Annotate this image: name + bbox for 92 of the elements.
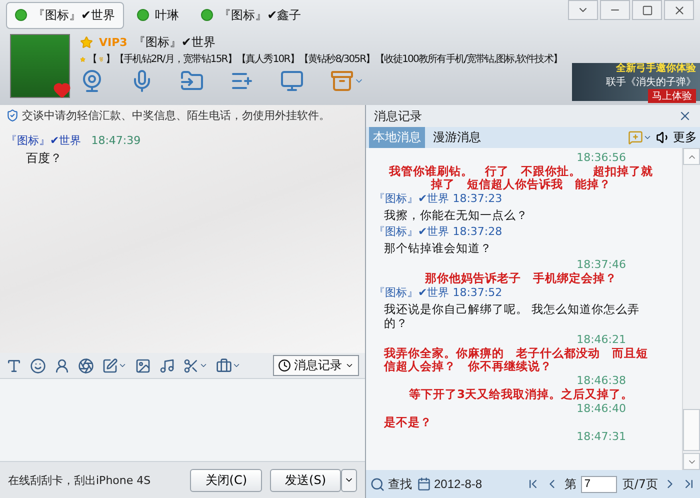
date-picker-button[interactable]: 2012-8-8 — [417, 477, 482, 491]
message-time: 18:46:21 — [576, 332, 626, 347]
search-button[interactable]: 查找 — [370, 476, 412, 492]
contact-tab[interactable]: 『图标』✔鑫子 — [192, 2, 310, 28]
face-icon — [54, 358, 70, 374]
star-icon — [80, 36, 93, 49]
edit-icon — [102, 358, 118, 374]
page-input-field[interactable]: 7 — [581, 476, 618, 492]
signature-text: 】【手机钻2R/月，宽带钻15R】【真人秀10R】【黄钻秒8/305R】【收徒100教所有手机/宽带钻,图标,软件技术】 — [105, 52, 562, 66]
history-tab[interactable]: 漫游消息 — [429, 127, 485, 148]
message-text: 是不是？ — [383, 416, 433, 429]
panel-title: 消息记录 — [374, 108, 422, 124]
shake-button[interactable] — [78, 358, 94, 374]
webcam-button[interactable] — [80, 69, 104, 93]
music-button[interactable] — [159, 358, 175, 374]
message-time: 18:47:31 — [576, 429, 626, 444]
caret-icon — [118, 361, 127, 370]
message-text: 我还说是你自己解绑了呢。 我怎么知道你怎么弄的？ — [383, 301, 641, 332]
search-icon — [370, 476, 385, 492]
caret-icon — [199, 361, 208, 370]
box-icon — [330, 69, 354, 93]
image-icon — [135, 358, 151, 374]
vip-label: VIP3 — [99, 36, 128, 49]
swirl-icon — [78, 358, 94, 374]
message-time: 18:46:40 — [576, 401, 626, 416]
heart-icon — [53, 81, 71, 99]
message-sender: 『图标』✔世界 18:47:39 — [6, 133, 142, 148]
close-panel-button[interactable] — [678, 109, 692, 123]
emoji-button[interactable] — [30, 358, 46, 374]
maximize-icon — [642, 4, 652, 16]
message-icon — [628, 130, 643, 145]
briefcase-icon — [216, 358, 232, 374]
image-button[interactable] — [135, 358, 151, 374]
banner-headline: 全新弓手邀你体验 — [616, 61, 696, 75]
page-total: 页/7页 — [622, 476, 658, 492]
online-status-icon — [137, 9, 150, 21]
maximize-button[interactable] — [632, 0, 662, 20]
contact-name: 『图标』✔世界 — [133, 34, 216, 51]
more-button[interactable]: 更多 — [656, 129, 697, 146]
file-transfer-button[interactable] — [180, 69, 204, 93]
monitor-icon — [280, 69, 304, 93]
security-notice: 交谈中请勿轻信汇款、中奖信息、陌生电话，勿使用外挂软件。 — [6, 108, 359, 123]
music-icon — [159, 358, 175, 374]
message-time: 18:37:46 — [576, 257, 626, 272]
scissors-icon — [183, 358, 199, 374]
message-text: 我弄你全家。你麻痹的 老子什么都没动 而且短信超人会掉？ 你不再继续说？ — [382, 347, 649, 373]
scrollbar[interactable] — [682, 148, 700, 470]
message-time: 18:46:38 — [576, 373, 626, 388]
message-sender: 『图标』✔世界 18:37:23 — [374, 191, 504, 206]
message-sender: 『图标』✔世界 18:37:28 — [374, 224, 504, 239]
close-icon — [678, 109, 692, 123]
webcam-icon — [80, 69, 104, 93]
message-text: 百度？ — [25, 150, 63, 167]
close-button[interactable]: 关闭(C) — [190, 468, 262, 492]
page-label: 第 — [564, 476, 576, 492]
online-status-icon — [15, 9, 27, 21]
ad-banner[interactable]: 全新弓手邀你体验 联手《消失的子弹》 马上体验 — [572, 63, 700, 101]
contact-tab[interactable]: 叶琳 — [128, 2, 188, 28]
doodle-button[interactable] — [102, 358, 127, 374]
screenshot-button[interactable] — [183, 358, 208, 374]
message-sender: 『图标』✔世界 18:37:52 — [374, 285, 504, 300]
message-time: 18:36:56 — [576, 150, 626, 165]
close-icon — [672, 4, 686, 16]
message-history-button[interactable]: 消息记录 — [273, 355, 359, 376]
avatar-emoji-button[interactable] — [54, 358, 70, 374]
calendar-icon — [417, 477, 431, 491]
toolbox-button[interactable] — [216, 358, 241, 374]
caret-icon — [345, 361, 354, 370]
promo-link[interactable]: 在线刮刮卡，刮出iPhone 4S — [8, 472, 151, 488]
screen-share-button[interactable] — [280, 69, 304, 93]
message-input-field[interactable] — [0, 378, 365, 461]
message-text: 那个钻掉谁会知道？ — [383, 240, 493, 257]
message-text: 我管你谁刷钻。 行了 不跟你扯。 超扣掉了就掉了 短信超人你告诉我 能掉？ — [388, 165, 654, 191]
font-button[interactable] — [6, 358, 22, 374]
shield-icon — [6, 109, 19, 122]
smiley-icon — [30, 358, 46, 374]
message-text: 等下开了3天又给我取消掉。之后又掉了。 — [408, 388, 634, 401]
banner-cta: 马上体验 — [648, 89, 696, 103]
folder-icon — [180, 69, 204, 93]
signature-bracket: 【 — [88, 52, 97, 66]
font-icon — [6, 358, 22, 374]
message-text: 我擦，你能在无知一点么？ — [383, 207, 529, 224]
banner-subline: 联手《消失的子弹》 — [606, 76, 696, 89]
close-button[interactable] — [664, 0, 694, 20]
send-button[interactable]: 发送(S) — [270, 468, 341, 492]
caret-icon — [643, 133, 652, 142]
contact-tab[interactable]: 『图标』✔世界 — [6, 2, 124, 28]
scrollbar-thumb[interactable] — [683, 409, 700, 451]
caret-icon — [232, 361, 241, 370]
message-text: 那你他妈告诉老子 手机绑定会掉？ — [424, 272, 618, 285]
clock-icon — [278, 359, 291, 372]
online-status-icon — [201, 9, 214, 21]
